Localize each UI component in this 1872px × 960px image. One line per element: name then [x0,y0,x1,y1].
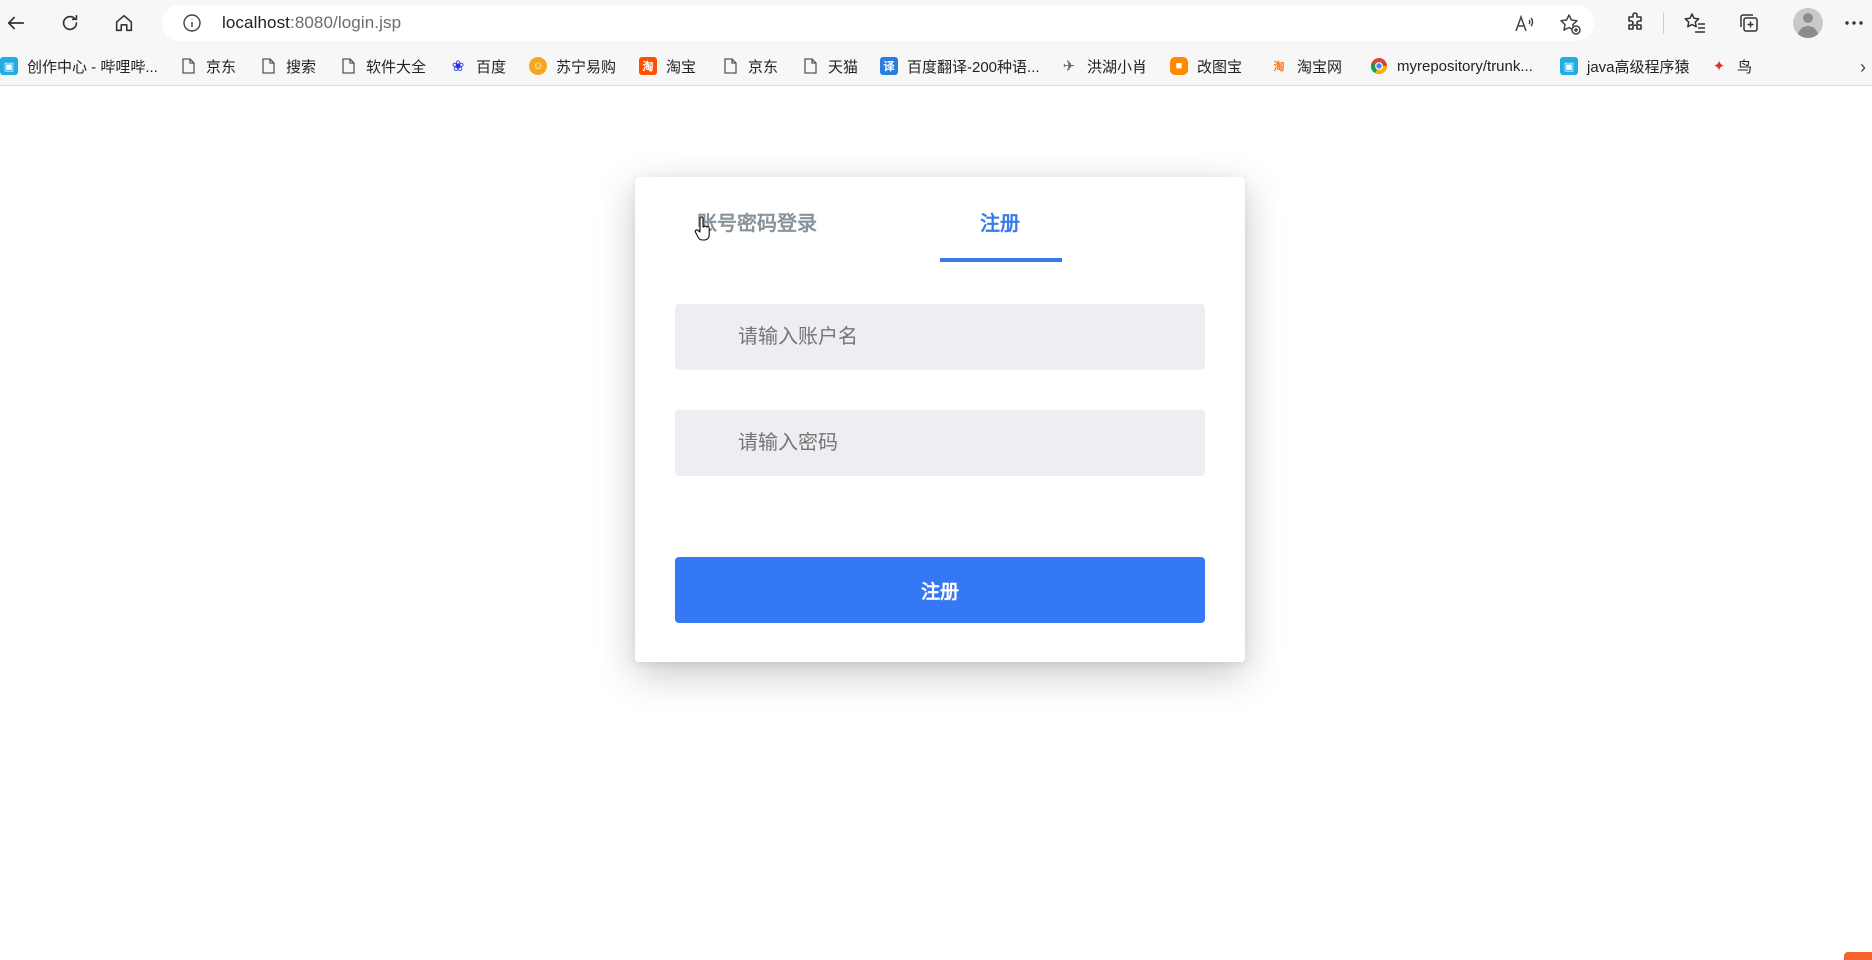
back-arrow-icon [7,16,25,30]
back-button[interactable] [0,7,32,39]
translate-icon: 译 [880,57,898,75]
page-icon [342,58,355,74]
url-path: :8080/login.jsp [290,13,402,32]
tab-login[interactable]: 账号密码登录 [697,207,817,236]
bookmark-item[interactable]: myrepository/trunk... [1370,55,1533,77]
bilibili-icon: ▣ [0,57,18,75]
bookmark-label: 百度 [476,58,507,76]
bookmark-label: java高级程序猿 [1587,58,1690,76]
bookmark-item[interactable]: 淘 淘宝网 [1270,55,1343,77]
page-icon [724,58,737,74]
active-tab-indicator [940,258,1062,262]
page-icon [804,58,817,74]
bookmark-item[interactable]: ☺ 苏宁易购 [529,55,616,77]
page-icon [182,58,195,74]
collections-icon [1740,14,1758,32]
bookmark-item[interactable]: ▣ 创作中心 - 哔哩哔... [0,55,158,77]
register-button[interactable]: 注册 [675,557,1205,623]
bookmark-label: 京东 [206,58,237,76]
bookmark-item[interactable]: 软件大全 [339,55,426,77]
puzzle-icon [1628,12,1642,30]
bird-red-icon: ✦ [1712,58,1726,75]
baidu-icon: ❀ [451,58,465,75]
url-host: localhost [222,13,290,32]
bookmark-item[interactable]: 淘 淘宝 [639,55,696,77]
bookmark-label: 软件大全 [366,58,427,76]
bookmark-item[interactable]: ▣ java高级程序猿 [1560,55,1690,77]
address-bar[interactable]: localhost:8080/login.jsp [162,5,1594,41]
bookmarks-overflow-icon[interactable]: › [1860,57,1866,78]
extensions-button[interactable] [1622,9,1650,37]
toolbar-divider [1663,12,1664,34]
reload-button[interactable] [54,7,86,39]
favorites-button[interactable] [1681,9,1709,37]
bookmarks-bar: ▣ 创作中心 - 哔哩哔... 京东 搜索 软件大全 ❀ 百度 ☺ 苏宁易购 淘… [0,46,1872,86]
bookmark-label: myrepository/trunk... [1397,57,1533,75]
collections-button[interactable] [1735,9,1763,37]
bookmark-item[interactable]: ✦ 鸟 [1710,55,1752,77]
bookmark-label: 鸟 [1737,58,1753,76]
password-input[interactable] [675,410,1205,476]
bookmark-label: 创作中心 - 哔哩哔... [27,58,158,76]
taobao-icon: 淘 [639,57,657,75]
home-icon [115,14,133,32]
corner-decoration [1844,952,1872,960]
taobao-icon: 淘 [1273,61,1285,73]
bookmark-item[interactable]: 搜索 [259,55,316,77]
site-info-icon[interactable] [182,13,202,33]
profile-avatar[interactable] [1793,8,1823,38]
gaitubao-icon: ■ [1170,57,1188,75]
bookmark-item[interactable]: ❀ 百度 [449,55,506,77]
browser-toolbar: localhost:8080/login.jsp [0,0,1872,46]
tab-register[interactable]: 注册 [980,207,1020,236]
chrome-icon [1370,58,1388,75]
suning-icon: ☺ [529,57,547,75]
bookmark-label: 天猫 [828,58,859,76]
read-aloud-icon[interactable] [1512,12,1536,36]
bilibili-icon: ▣ [1560,57,1578,75]
bookmark-item[interactable]: 译 百度翻译-200种语... [880,55,1040,77]
bookmark-item[interactable]: 京东 [179,55,236,77]
bird-icon: ✈ [1062,58,1076,75]
bookmark-label: 洪湖小肖 [1087,58,1148,76]
add-favorite-icon[interactable] [1558,12,1582,36]
bookmark-label: 苏宁易购 [556,58,617,76]
bookmark-item[interactable]: ■ 改图宝 [1170,55,1242,77]
home-button[interactable] [108,7,140,39]
more-menu-button[interactable] [1840,9,1868,37]
more-dots-icon [1845,21,1863,25]
bookmark-item[interactable]: 天猫 [801,55,858,77]
url-text[interactable]: localhost:8080/login.jsp [222,13,401,33]
bookmark-label: 搜索 [286,58,317,76]
bookmark-item[interactable]: 京东 [721,55,778,77]
bookmark-label: 淘宝 [666,58,697,76]
bookmark-label: 淘宝网 [1297,58,1343,76]
reload-icon [62,14,78,31]
bookmark-label: 京东 [748,58,779,76]
username-input[interactable] [675,304,1205,370]
bookmark-label: 百度翻译-200种语... [907,58,1040,76]
bookmark-label: 改图宝 [1197,58,1243,76]
page-icon [262,58,275,74]
bookmark-item[interactable]: ✈ 洪湖小肖 [1060,55,1147,77]
hand-cursor-icon [694,216,710,241]
favorites-list-icon [1684,13,1705,33]
auth-card: 账号密码登录 注册 注册 [635,177,1245,662]
